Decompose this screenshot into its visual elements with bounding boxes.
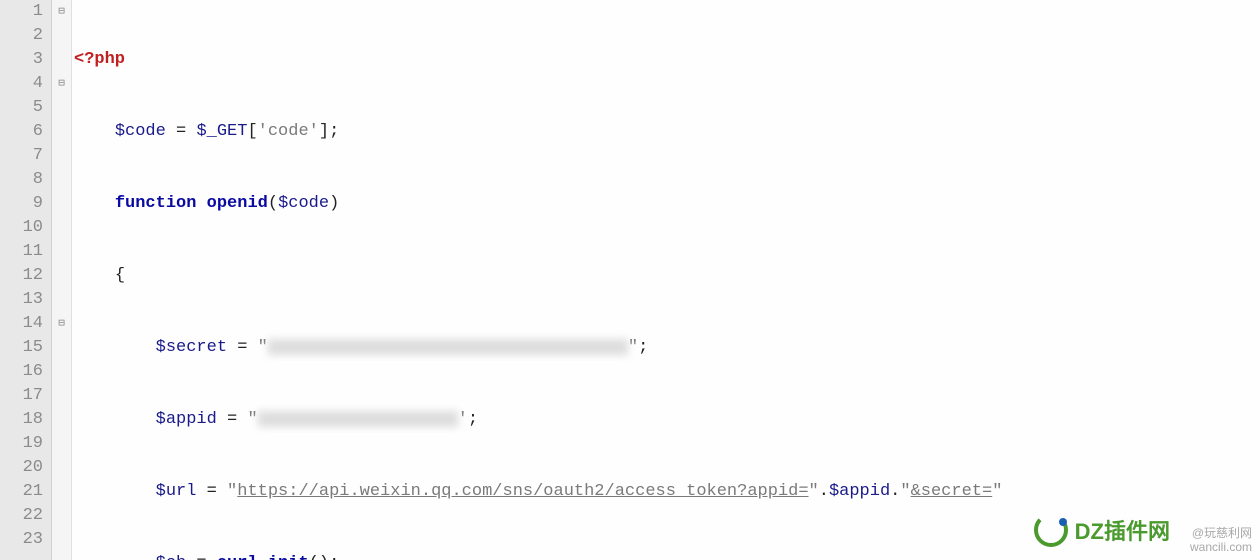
line-number: 18	[0, 408, 43, 432]
line-number: 20	[0, 456, 43, 480]
code-line[interactable]: $appid = "';	[72, 408, 1260, 432]
code-area[interactable]: <?php $code = $_GET['code']; function op…	[72, 0, 1260, 560]
line-number: 16	[0, 360, 43, 384]
code-line[interactable]: function openid($code)	[72, 192, 1260, 216]
code-line[interactable]: $url = "https://api.weixin.qq.com/sns/oa…	[72, 480, 1260, 504]
logo-icon	[1033, 512, 1069, 548]
code-line[interactable]: {	[72, 264, 1260, 288]
line-number: 22	[0, 504, 43, 528]
site-logo: DZ插件网	[1033, 512, 1170, 548]
line-number: 2	[0, 24, 43, 48]
code-line[interactable]: $secret = "";	[72, 336, 1260, 360]
code-editor[interactable]: 1 2 3 4 5 6 7 8 9 10 11 12 13 14 15 16 1…	[0, 0, 1260, 560]
line-number: 9	[0, 192, 43, 216]
code-line[interactable]: <?php	[72, 48, 1260, 72]
watermark-handle: @玩慈利网	[1190, 526, 1252, 540]
line-number: 11	[0, 240, 43, 264]
line-number: 21	[0, 480, 43, 504]
watermark: @玩慈利网 wancili.com	[1190, 526, 1252, 554]
php-open-tag: <?php	[74, 50, 125, 69]
line-number: 6	[0, 120, 43, 144]
line-number: 17	[0, 384, 43, 408]
line-number: 19	[0, 432, 43, 456]
code-line[interactable]: $ch = curl_init();	[72, 552, 1260, 560]
line-number: 14	[0, 312, 43, 336]
line-number-gutter: 1 2 3 4 5 6 7 8 9 10 11 12 13 14 15 16 1…	[0, 0, 52, 560]
fold-gutter: ⊟ ⊟ ⊟	[52, 0, 72, 560]
line-number: 12	[0, 264, 43, 288]
line-number: 23	[0, 528, 43, 552]
watermark-url: wancili.com	[1190, 540, 1252, 554]
line-number: 15	[0, 336, 43, 360]
line-number: 5	[0, 96, 43, 120]
line-number: 10	[0, 216, 43, 240]
line-number: 3	[0, 48, 43, 72]
line-number: 8	[0, 168, 43, 192]
fold-toggle-icon[interactable]: ⊟	[52, 312, 71, 336]
fold-toggle-icon[interactable]: ⊟	[52, 72, 71, 96]
line-number: 1	[0, 0, 43, 24]
line-number: 7	[0, 144, 43, 168]
code-line[interactable]: $code = $_GET['code'];	[72, 120, 1260, 144]
fold-toggle-icon[interactable]: ⊟	[52, 0, 71, 24]
logo-text: DZ插件网	[1075, 514, 1170, 546]
line-number: 13	[0, 288, 43, 312]
redacted-appid	[258, 411, 458, 427]
redacted-secret	[268, 339, 628, 355]
line-number: 4	[0, 72, 43, 96]
